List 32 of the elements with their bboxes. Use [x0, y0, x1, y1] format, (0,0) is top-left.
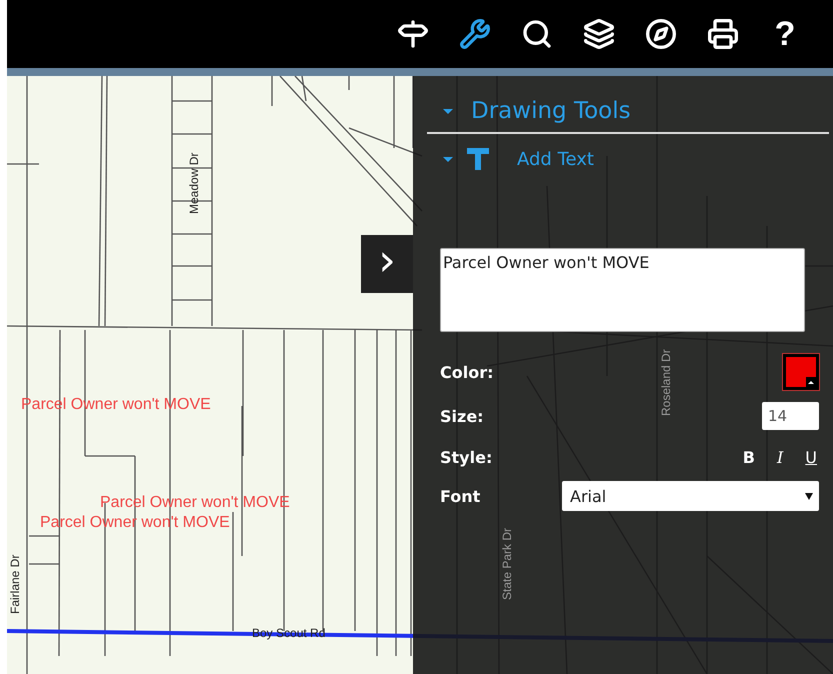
- color-picker-swatch[interactable]: [783, 354, 819, 390]
- font-label: Font: [440, 486, 480, 506]
- font-dropdown[interactable]: Arial: [562, 481, 819, 511]
- layers-icon: [583, 18, 615, 50]
- help-button[interactable]: ?: [767, 16, 803, 52]
- street-label: Fairlane Dr: [8, 554, 22, 614]
- expand-triangle-icon[interactable]: [443, 108, 453, 114]
- expand-triangle-icon[interactable]: [443, 156, 453, 162]
- italic-button[interactable]: I: [774, 448, 786, 467]
- street-label: Meadow Dr: [187, 152, 201, 214]
- layers-tool-button[interactable]: [581, 16, 617, 52]
- bold-button[interactable]: B: [740, 448, 757, 467]
- color-label: Color:: [440, 362, 494, 382]
- compass-icon: [645, 18, 677, 50]
- signpost-icon: [397, 18, 429, 50]
- wrench-tool-button[interactable]: [457, 16, 493, 52]
- text-tool-icon: [467, 148, 489, 170]
- size-input-field[interactable]: 14: [762, 402, 819, 430]
- section-title[interactable]: Add Text: [517, 148, 594, 170]
- panel-title: Drawing Tools: [471, 98, 631, 124]
- search-icon: [521, 18, 553, 50]
- style-label: Style:: [440, 448, 492, 467]
- compass-tool-button[interactable]: [643, 16, 679, 52]
- printer-tool-button[interactable]: [705, 16, 741, 52]
- size-label: Size:: [440, 406, 484, 426]
- wrench-icon: [459, 18, 491, 50]
- street-label: Roseland Dr: [659, 349, 673, 416]
- printer-icon: [707, 18, 739, 50]
- collapse-panel-button[interactable]: ›: [361, 235, 413, 293]
- street-label: State Park Dr: [500, 528, 514, 600]
- text-input-field[interactable]: Parcel Owner won't MOVE: [440, 248, 805, 332]
- underline-button[interactable]: U: [803, 448, 819, 467]
